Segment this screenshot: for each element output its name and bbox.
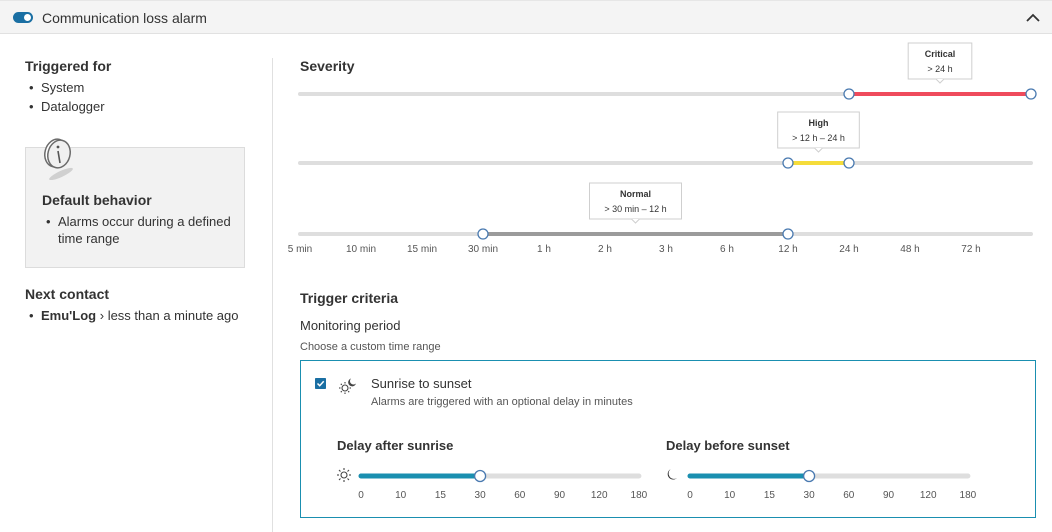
- triggered-for-list: System Datalogger: [25, 78, 105, 116]
- sun-core: [340, 471, 348, 479]
- alarm-title: Communication loss alarm: [42, 10, 207, 26]
- tooltip-range: > 24 h: [927, 64, 952, 74]
- severity-handle-start[interactable]: [843, 88, 855, 100]
- tooltip-label: High: [809, 118, 829, 128]
- delay-before-sunset-title: Delay before sunset: [666, 438, 790, 453]
- severity-tick-label: 6 h: [720, 244, 734, 255]
- delay-tick-label: 60: [514, 490, 526, 501]
- triggered-for-title: Triggered for: [25, 58, 112, 74]
- severity-handle-end[interactable]: [782, 228, 794, 240]
- tooltip-arrow: [631, 218, 640, 224]
- toggle-knob: [24, 14, 31, 21]
- delay-tick-label: 30: [475, 490, 487, 501]
- severity-handle-start[interactable]: [477, 228, 489, 240]
- default-behavior-list: Alarms occur during a defined time range: [42, 213, 232, 247]
- severity-tick-label: 3 h: [659, 244, 673, 255]
- sun-ray: [347, 469, 350, 472]
- separator: ›: [99, 308, 105, 323]
- sun-icon: [337, 468, 351, 482]
- severity-tick-label: 2 h: [598, 244, 612, 255]
- list-item: Emu'Log › less than a minute ago: [25, 306, 239, 325]
- delay-tick-label: 15: [435, 490, 447, 501]
- alarm-header[interactable]: Communication loss alarm: [0, 0, 1052, 34]
- severity-tick-label: 72 h: [961, 244, 980, 255]
- sunrise-delay-slider[interactable]: 0 10 15 30 60 90 120 180: [335, 465, 655, 505]
- severity-tick-label: 15 min: [407, 244, 437, 255]
- monitoring-period-title: Monitoring period: [300, 318, 401, 333]
- delay-tick-label: 180: [631, 490, 648, 501]
- monitoring-period-hint: Choose a custom time range: [300, 341, 441, 353]
- severity-sliders[interactable]: Critical > 24 h High > 12 h – 24 h Normal > 3…: [280, 34, 1052, 264]
- delay-handle[interactable]: [473, 469, 487, 483]
- delay-tick-label: 15: [764, 490, 776, 501]
- sun-ray: [338, 469, 341, 472]
- delay-tick-label: 180: [960, 490, 977, 501]
- moon-shape: [667, 469, 677, 480]
- info-icon: [44, 138, 73, 180]
- delay-tick-label: 60: [843, 490, 855, 501]
- list-item: Datalogger: [25, 97, 105, 116]
- next-contact-title: Next contact: [25, 286, 110, 302]
- default-behavior-title: Default behavior: [42, 192, 152, 208]
- severity-tick-label: 30 min: [468, 244, 498, 255]
- tooltip-arrow: [935, 78, 945, 84]
- delay-handle[interactable]: [802, 469, 816, 483]
- sunrise-sunset-option[interactable]: Sunrise to sunset Alarms are triggered w…: [300, 360, 1036, 518]
- delay-tick-label: 10: [395, 490, 407, 501]
- sun-moon-icon: [339, 378, 356, 394]
- chevron-up-icon[interactable]: [1024, 9, 1042, 27]
- severity-handle-end[interactable]: [843, 157, 855, 169]
- list-item: System: [25, 78, 105, 97]
- severity-tick-label: 24 h: [839, 244, 858, 255]
- severity-tooltip-high: High > 12 h – 24 h: [777, 111, 860, 153]
- alarm-enabled-toggle[interactable]: [13, 12, 33, 23]
- column-divider: [272, 58, 273, 532]
- severity-handle-start[interactable]: [782, 157, 794, 169]
- default-behavior-box: Default behavior Alarms occur during a d…: [25, 138, 245, 268]
- sunrise-sunset-checkbox[interactable]: [315, 378, 326, 389]
- delay-tick-label: 0: [687, 490, 693, 501]
- device-name: Emu'Log: [41, 308, 97, 323]
- option-subtitle: Alarms are triggered with an optional de…: [371, 396, 633, 408]
- severity-tick-label: 12 h: [778, 244, 797, 255]
- delay-tick-label: 120: [920, 490, 937, 501]
- sun-ray: [338, 478, 341, 481]
- sunset-delay-slider[interactable]: 0 10 15 30 60 90 120 180: [664, 465, 984, 505]
- delay-after-sunrise-title: Delay after sunrise: [337, 438, 454, 453]
- moon-icon: [667, 469, 677, 480]
- severity-tick-label: 10 min: [346, 244, 376, 255]
- sun-ray: [347, 478, 350, 481]
- severity-tooltip-critical: Critical > 24 h: [907, 42, 973, 84]
- delay-tick-label: 120: [591, 490, 608, 501]
- delay-tick-label: 10: [724, 490, 736, 501]
- tooltip-range: > 30 min – 12 h: [604, 204, 666, 214]
- severity-tick-label: 5 min: [288, 244, 312, 255]
- tooltip-arrow: [814, 147, 823, 153]
- trigger-criteria-title: Trigger criteria: [300, 290, 399, 306]
- delay-tick-label: 90: [554, 490, 566, 501]
- severity-tooltip-normal: Normal > 30 min – 12 h: [589, 182, 682, 224]
- tooltip-range: > 12 h – 24 h: [792, 133, 845, 143]
- delay-tick-label: 0: [358, 490, 364, 501]
- delay-tick-label: 90: [883, 490, 895, 501]
- tooltip-label: Critical: [925, 49, 956, 59]
- severity-tick-label: 1 h: [537, 244, 551, 255]
- option-title: Sunrise to sunset: [371, 376, 472, 391]
- severity-tick-label: 48 h: [900, 244, 919, 255]
- next-contact-list: Emu'Log › less than a minute ago: [25, 306, 239, 325]
- delay-tick-label: 30: [804, 490, 816, 501]
- contact-time: less than a minute ago: [107, 308, 239, 323]
- severity-handle-end[interactable]: [1025, 88, 1037, 100]
- tooltip-label: Normal: [620, 189, 651, 199]
- list-item: Alarms occur during a defined time range: [42, 213, 232, 247]
